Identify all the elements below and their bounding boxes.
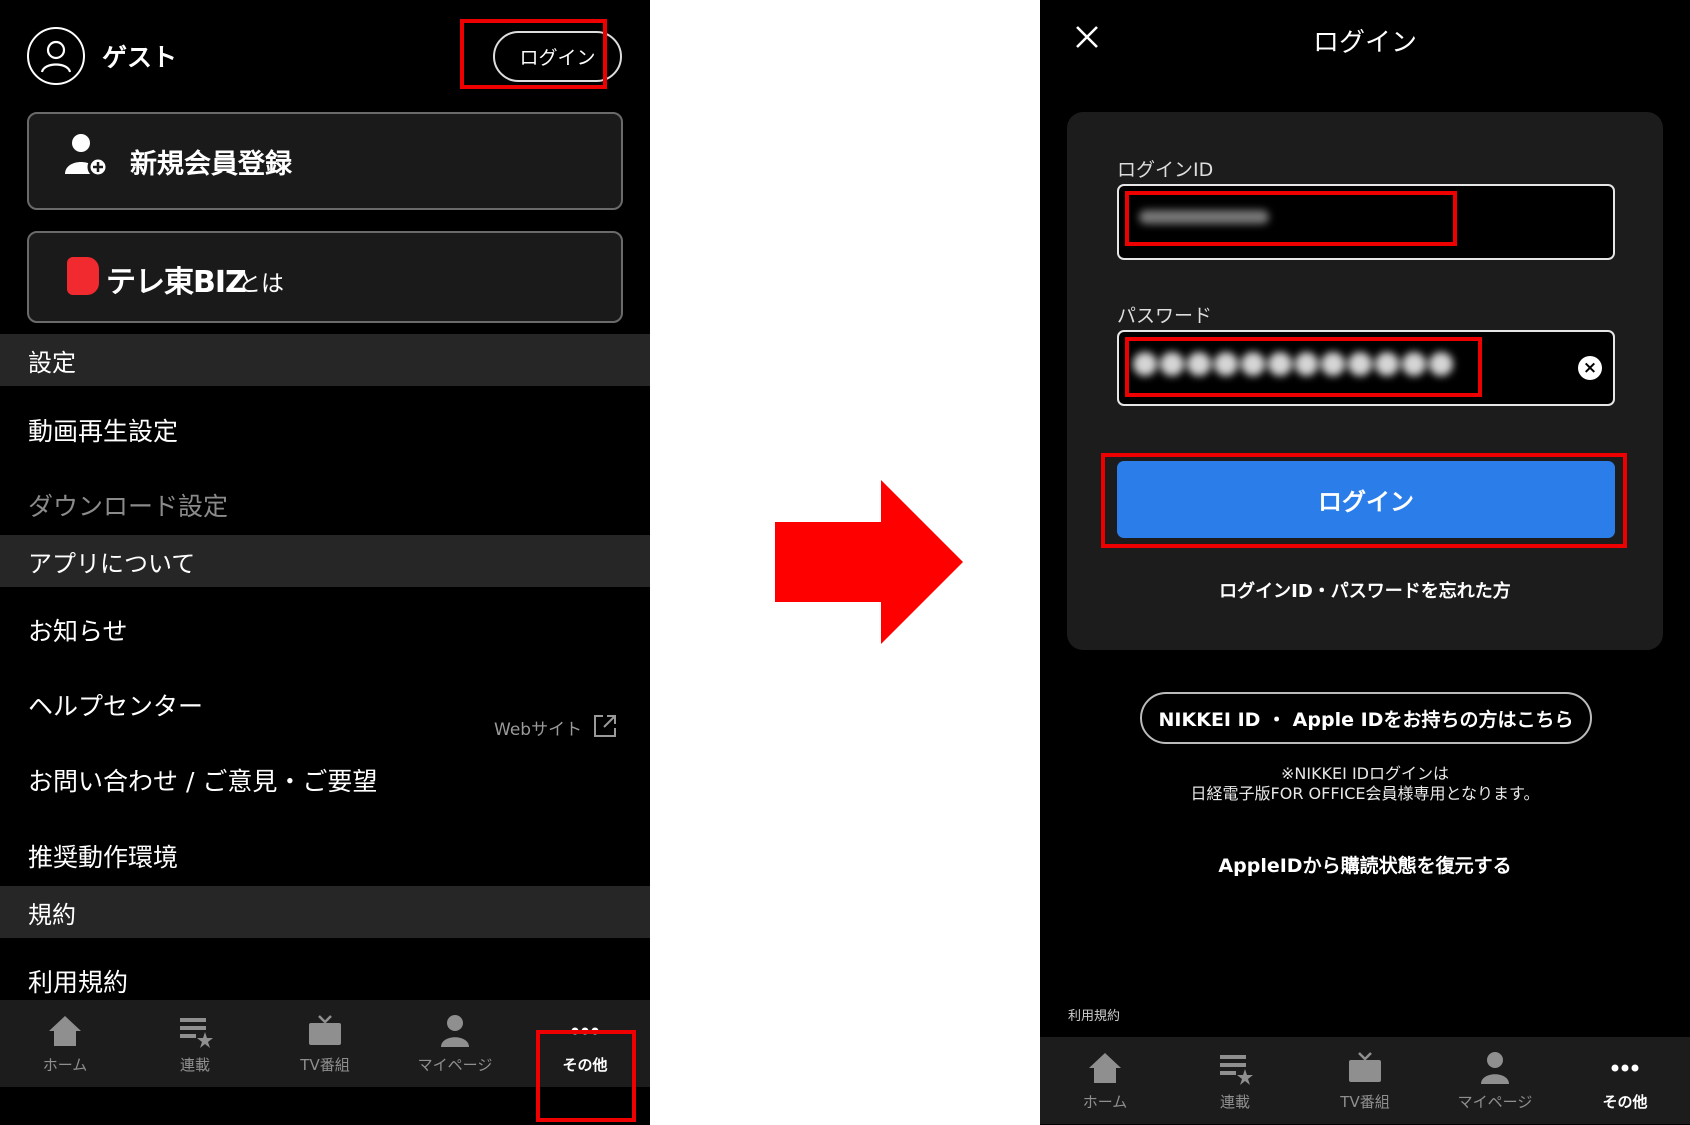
tab-label: 連載: [179, 1056, 210, 1074]
biz-logo: [67, 257, 99, 295]
home-icon: [1089, 1053, 1121, 1083]
forgot-credentials-link[interactable]: ログインID・パスワードを忘れた方: [1040, 577, 1690, 603]
login-highlight: [460, 19, 607, 89]
external-link-icon: [592, 713, 618, 743]
tab-bar: ホーム 連載 TV番組 マイページ その他: [1040, 1037, 1690, 1124]
tab-tv[interactable]: TV番組: [1300, 1051, 1430, 1112]
password-label: パスワード: [1117, 305, 1213, 327]
right-screen: ログイン ログインID パスワード × ログイン ログインID・パスワードを忘れ…: [1040, 0, 1690, 1125]
person-icon: [441, 1015, 469, 1047]
person-circle-icon: [27, 27, 85, 85]
tab-label: TV番組: [300, 1056, 350, 1074]
menu-item-terms-of-use[interactable]: 利用規約: [28, 963, 128, 999]
tab-mypage[interactable]: マイページ: [1430, 1051, 1560, 1112]
tab-label: 連載: [1219, 1093, 1250, 1111]
tv-icon: [309, 1015, 341, 1045]
cut-off-text: 利用規約: [1068, 1009, 1121, 1024]
clear-icon[interactable]: ×: [1578, 356, 1602, 380]
menu-item-help-center[interactable]: ヘルプセンター: [28, 687, 203, 723]
list-star-icon: [1220, 1055, 1253, 1085]
menu-item-playback-settings[interactable]: 動画再生設定: [28, 412, 178, 448]
add-user-icon: [64, 132, 110, 182]
tab-other[interactable]: その他: [1560, 1051, 1690, 1112]
biz-name: テレ東BIZ: [106, 265, 247, 300]
menu-item-contact[interactable]: お問い合わせ / ご意見・ご要望: [28, 762, 377, 798]
section-header-about-app: アプリについて: [0, 535, 650, 587]
register-card[interactable]: [27, 112, 623, 210]
section-header-settings: 設定: [0, 334, 650, 386]
menu-item-download-settings[interactable]: ダウンロード設定: [28, 487, 228, 523]
biz-suffix: とは: [238, 271, 284, 297]
other-tab-highlight: [536, 1030, 636, 1122]
tab-series[interactable]: 連載: [130, 1014, 260, 1075]
register-label: 新規会員登録: [130, 149, 292, 180]
right-arrow-icon: [775, 480, 963, 644]
menu-item-news[interactable]: お知らせ: [28, 612, 128, 648]
left-screen: ゲスト ログイン 新規会員登録 テレ東BIZ とは 設定 動画再生設定 ダウンロ…: [0, 0, 650, 1125]
tab-label: ホーム: [42, 1056, 88, 1074]
page-title: ログイン: [1312, 28, 1417, 58]
tab-label: マイページ: [1457, 1093, 1533, 1111]
login-id-highlight: [1125, 191, 1457, 246]
tab-home[interactable]: ホーム: [1040, 1051, 1170, 1112]
menu-item-recommended-env[interactable]: 推奨動作環境: [28, 838, 178, 874]
section-header-terms: 規約: [0, 886, 650, 938]
nikkei-note-line2: 日経電子版FOR OFFICE会員様専用となります。: [1190, 784, 1540, 803]
tab-home[interactable]: ホーム: [0, 1014, 130, 1075]
nikkei-apple-id-button[interactable]: NIKKEI ID ・ Apple IDをお持ちの方はこちら: [1140, 692, 1592, 744]
more-icon: [1611, 1064, 1639, 1072]
person-icon: [1481, 1052, 1509, 1084]
password-highlight: [1125, 337, 1482, 397]
tab-label: TV番組: [1340, 1093, 1390, 1111]
list-star-icon: [180, 1018, 213, 1048]
tab-label: ホーム: [1082, 1093, 1128, 1111]
login-id-label: ログインID: [1117, 159, 1214, 181]
tab-series[interactable]: 連載: [1170, 1051, 1300, 1112]
tv-icon: [1349, 1052, 1381, 1082]
user-name: ゲスト: [102, 43, 178, 72]
tab-label: その他: [1602, 1093, 1648, 1111]
login-button-highlight: [1101, 453, 1627, 548]
tab-tv[interactable]: TV番組: [260, 1014, 390, 1075]
home-icon: [49, 1016, 81, 1046]
restore-purchase-link[interactable]: AppleIDから購読状態を復元する: [1040, 851, 1690, 878]
web-site-label: Webサイト: [494, 720, 583, 740]
tab-mypage[interactable]: マイページ: [390, 1014, 520, 1075]
tab-label: マイページ: [417, 1056, 493, 1074]
